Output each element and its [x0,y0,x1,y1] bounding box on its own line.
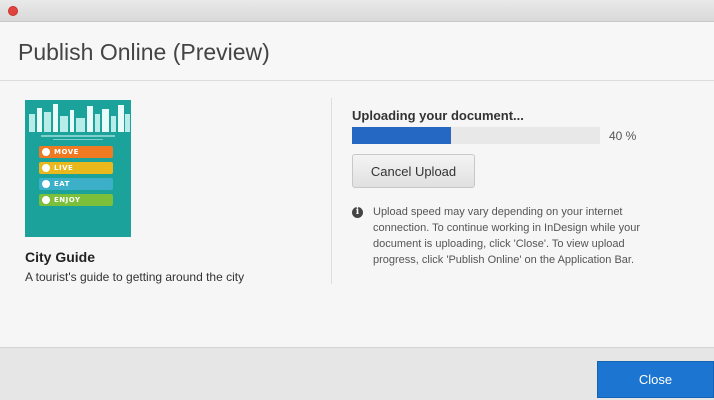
eat-icon [42,180,50,188]
upload-progress-percent: 40 % [609,129,637,143]
cover-item-label: MOVE [54,148,79,156]
cover-item-label: ENJOY [54,196,81,204]
cover-item-live: LIVE [39,162,113,174]
cover-subtitle-line [53,139,103,140]
cover-item-eat: EAT [39,178,113,190]
cover-item-label: EAT [54,180,70,188]
upload-progress-fill [352,127,452,144]
vertical-divider [331,98,332,284]
dialog-footer: Close [0,347,714,400]
window-close-icon[interactable] [8,6,18,16]
cover-item-label: LIVE [54,164,74,172]
move-icon [42,148,50,156]
skyline-illustration [25,100,131,132]
upload-status: Uploading your document... [352,108,524,123]
enjoy-icon [42,196,50,204]
dialog-header: Publish Online (Preview) [0,22,714,81]
document-cover-thumbnail: MOVE LIVE EAT ENJOY [25,100,131,237]
cover-item-enjoy: ENJOY [39,194,113,206]
window-titlebar [0,0,714,22]
upload-info-text: Upload speed may vary depending on your … [373,206,641,266]
info-icon: i [352,207,363,218]
upload-progress-bar [352,127,600,144]
cover-item-move: MOVE [39,146,113,158]
dialog-content: MOVE LIVE EAT ENJOY City Guide A tourist… [0,81,714,347]
document-title: City Guide [25,249,96,265]
cover-subtitle-line [41,135,115,137]
document-description: A tourist's guide to getting around the … [25,270,245,284]
dialog-title: Publish Online (Preview) [18,39,270,65]
close-button[interactable]: Close [597,361,714,398]
live-icon [42,164,50,172]
cancel-upload-button[interactable]: Cancel Upload [352,154,475,188]
